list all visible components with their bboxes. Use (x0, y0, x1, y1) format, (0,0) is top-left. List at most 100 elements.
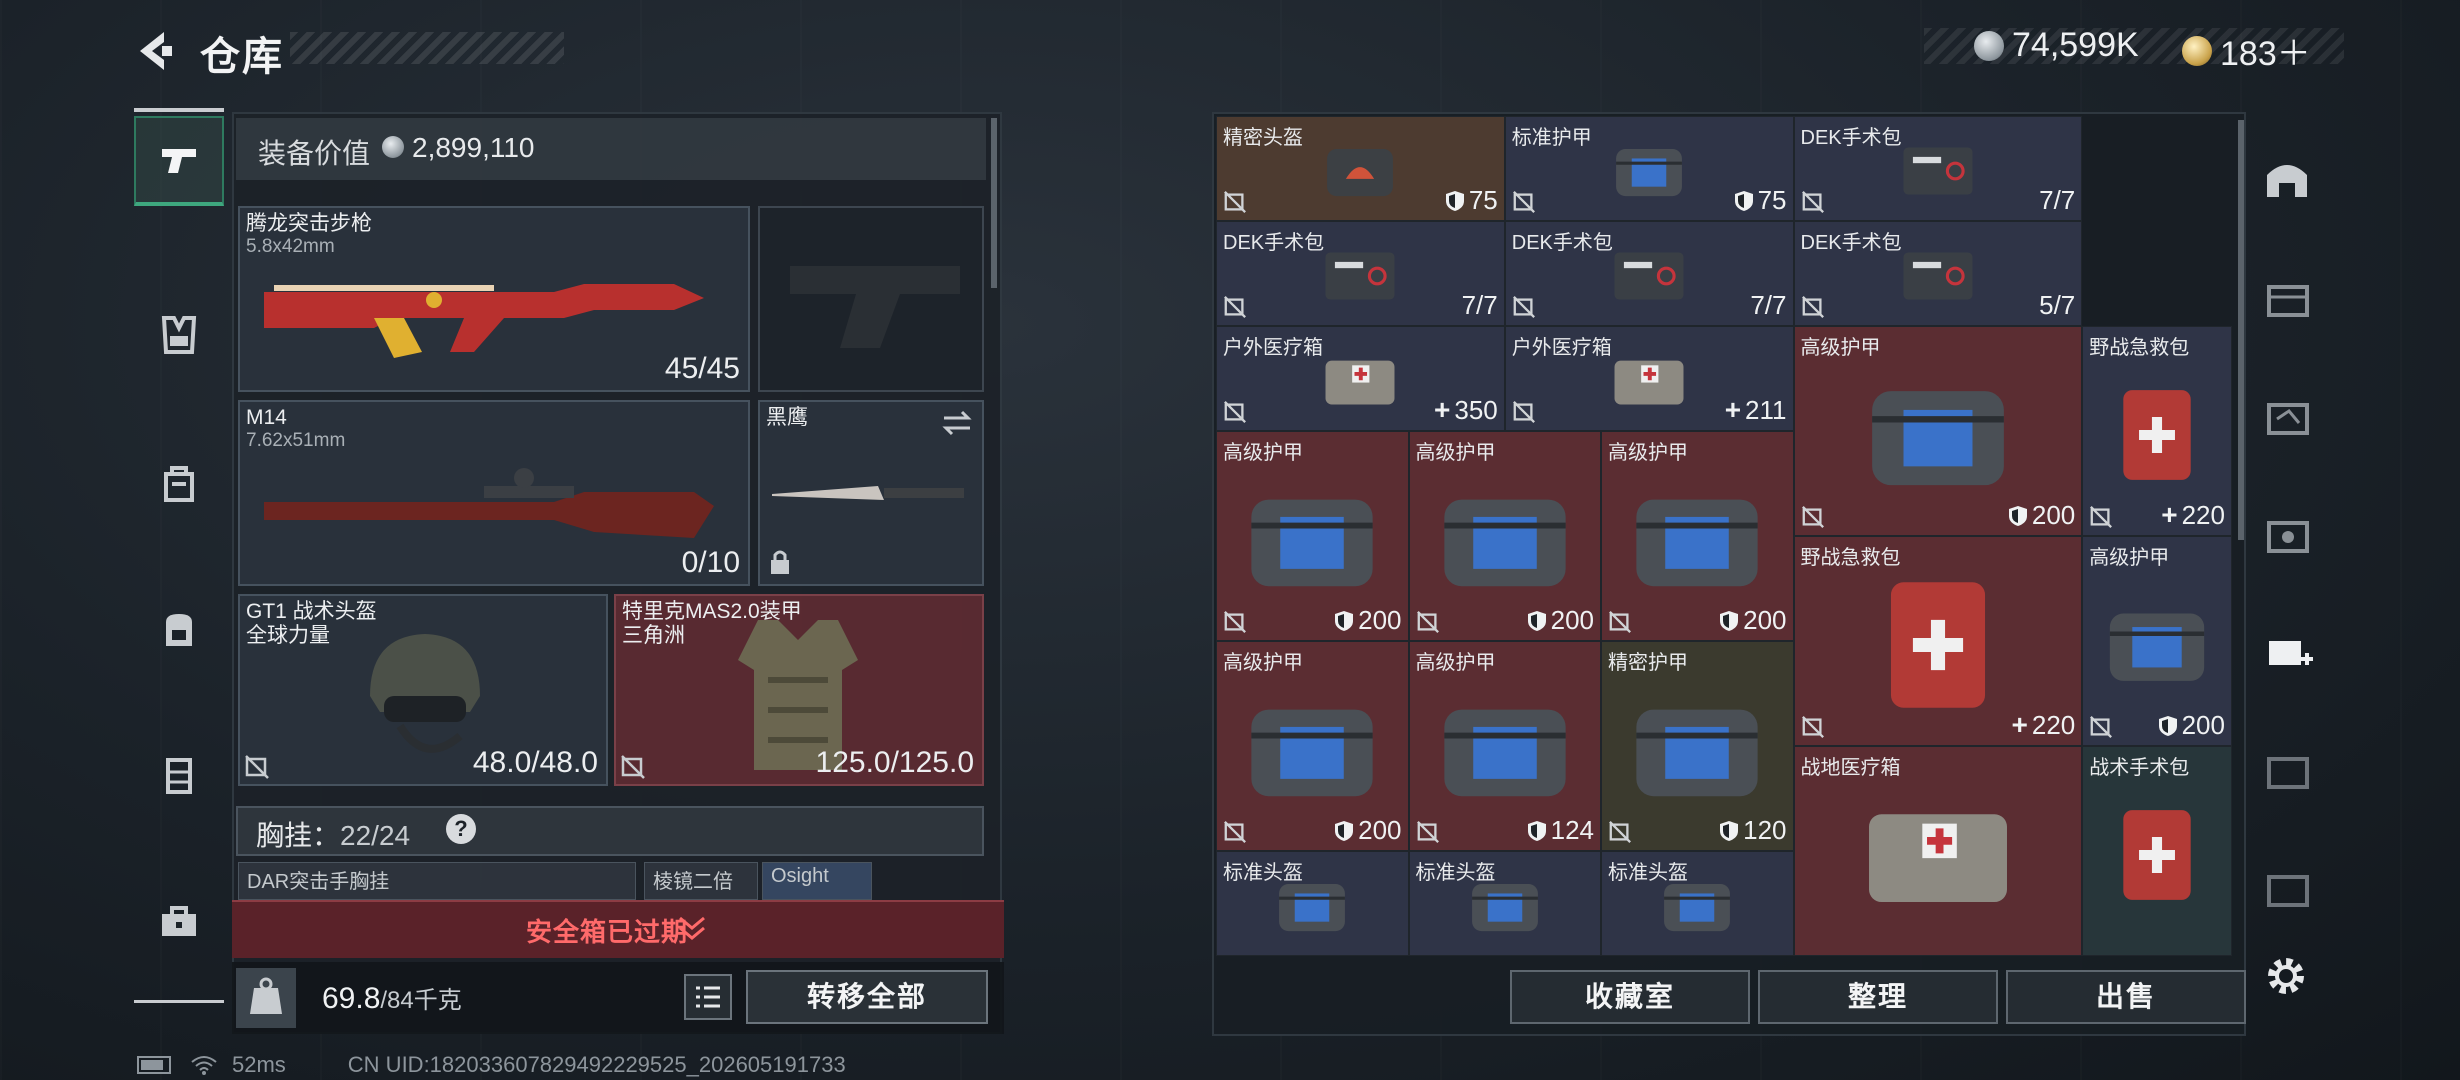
page-title: 仓库 (200, 35, 284, 79)
stash-item[interactable]: 高级护甲 200 (1216, 431, 1409, 641)
scope-item[interactable]: 棱镜二倍 (644, 862, 758, 900)
stash-item[interactable]: 精密护甲 120 (1601, 641, 1794, 851)
stash-tab-medical[interactable] (2254, 616, 2320, 686)
stash-item[interactable]: 战地医疗箱 (1793, 746, 2083, 956)
item-value-text: 200 (1743, 605, 1787, 635)
shield-icon (1734, 190, 1753, 211)
shield-icon (2008, 505, 2027, 526)
chest-rig-item[interactable]: DAR突击手胸挂 (238, 862, 636, 900)
item-value: 120 (1719, 815, 1787, 846)
nav-chest-rig[interactable] (134, 290, 224, 380)
stash-item[interactable]: 标准头盔 (1216, 851, 1409, 956)
item-value-text: 7/7 (1750, 290, 1787, 320)
stash-item[interactable]: 户外医疗箱 +350 (1216, 326, 1505, 431)
battery-icon (137, 1056, 171, 1074)
back-arrow-icon[interactable] (132, 28, 178, 74)
melee-slot[interactable]: 黑鹰 (758, 400, 984, 586)
stash-item[interactable]: 战术手术包 (2082, 746, 2232, 956)
stash-item[interactable]: DEK手术包 5/7 (1793, 221, 2083, 326)
sight-item[interactable]: Osight (762, 862, 872, 900)
scrollbar[interactable] (991, 118, 997, 288)
item-value: +220 (2161, 499, 2225, 531)
chest-rig-icon (161, 316, 197, 354)
pistol-icon (790, 266, 960, 348)
armor-slot[interactable]: 特里克MAS2.0装甲 三角洲 125.0/125.0 (614, 594, 984, 786)
stash-item[interactable]: 高级护甲 200 (1408, 431, 1601, 641)
item-name: 精密头盔 (1223, 127, 1303, 149)
chevron-down-icon[interactable] (676, 914, 708, 942)
item-name: DEK手术包 (1223, 232, 1325, 254)
list-view-button[interactable] (684, 974, 732, 1020)
stash-item[interactable]: 户外医疗箱 +211 (1504, 326, 1794, 431)
helmet-slot[interactable]: GT1 战术头盔 全球力量 48.0/48.0 (238, 594, 608, 786)
no-trade-icon (2090, 716, 2113, 738)
item-name: 高级护甲 (1415, 652, 1496, 674)
help-icon[interactable]: ? (446, 814, 476, 844)
stash-item[interactable]: 高级护甲 124 (1408, 641, 1601, 851)
crate-icon (2267, 521, 2309, 553)
sell-button[interactable]: 出售 (2006, 970, 2246, 1024)
nav-case[interactable] (134, 730, 224, 820)
stash-tab-4[interactable] (2254, 262, 2320, 332)
stash-tab-5[interactable] (2254, 498, 2320, 568)
stash-item[interactable]: 高级护甲 200 (1601, 431, 1794, 641)
shield-icon (2158, 715, 2177, 736)
nav-toolbox[interactable] (134, 876, 224, 966)
ping: 52ms (232, 1052, 286, 1077)
item-value: 200 (2008, 500, 2075, 531)
stash-item[interactable]: 高级护甲 200 (1216, 641, 1409, 851)
nav-backpack-small[interactable] (134, 438, 224, 528)
armor-bag-icon (1251, 499, 1373, 587)
stash-item[interactable]: 野战急救包 +220 (2082, 326, 2232, 536)
collection-room-button[interactable]: 收藏室 (1510, 970, 1750, 1024)
stash-item[interactable]: 高级护甲 200 (1793, 326, 2083, 536)
weapon-name: 腾龙突击步枪 (246, 212, 372, 235)
item-name: 野战急救包 (1800, 547, 1901, 569)
nav-weapons[interactable] (134, 116, 224, 206)
item-value-text: 200 (2181, 710, 2225, 740)
stash-tab-3[interactable] (2254, 380, 2320, 450)
stash-tab-main[interactable] (2254, 144, 2320, 214)
swap-icon[interactable] (940, 408, 974, 438)
stash-item[interactable]: 精密头盔 75 (1216, 116, 1505, 221)
armor-bag-icon (1636, 499, 1758, 587)
equipment-value-label: 装备价值 (258, 138, 371, 169)
item-value-text: 120 (1743, 815, 1787, 845)
primary-weapon-slot[interactable]: 腾龙突击步枪 5.8x42mm 45/45 (238, 206, 750, 392)
item-name: DEK手术包 (1800, 127, 1902, 149)
secondary-weapon-slot[interactable]: M14 7.62x51mm 0/10 (238, 400, 750, 586)
item-value-text: 7/7 (1461, 290, 1498, 320)
shield-icon (1335, 820, 1354, 841)
stash-item[interactable]: 标准护甲 75 (1504, 116, 1794, 221)
no-trade-icon (1224, 401, 1246, 423)
armor-bag-icon (1872, 391, 2004, 486)
gear-icon[interactable] (2262, 952, 2310, 1000)
sort-button[interactable]: 整理 (1758, 970, 1998, 1024)
stash-item[interactable]: DEK手术包 7/7 (1504, 221, 1794, 326)
nav-backpack[interactable] (134, 584, 224, 674)
stash-item[interactable]: 标准头盔 (1601, 851, 1794, 956)
stash-item[interactable]: 标准头盔 (1408, 851, 1601, 956)
transfer-all-button[interactable]: 转移全部 (746, 970, 988, 1024)
stash-item[interactable]: 高级护甲 200 (2082, 536, 2232, 746)
item-value-text: 7/7 (2039, 185, 2076, 215)
item-value: 200 (1334, 815, 1402, 846)
stash-tab-6[interactable] (2254, 734, 2320, 804)
stash-item[interactable]: DEK手术包 7/7 (1793, 116, 2083, 221)
pistol-icon (162, 149, 196, 173)
stash-scrollbar[interactable] (2238, 120, 2244, 540)
pistol-slot[interactable] (758, 206, 984, 392)
item-name: 战地医疗箱 (1800, 757, 1901, 779)
currency-gold[interactable]: 183＋ (2182, 26, 2311, 75)
armor-bag-icon (1444, 499, 1566, 587)
no-trade-icon (1224, 821, 1246, 843)
stash-tab-7[interactable] (2254, 852, 2320, 922)
item-name: 高级护甲 (2089, 547, 2170, 569)
armor-bag-icon (1251, 709, 1373, 797)
item-name: 精密护甲 (1608, 652, 1688, 674)
pouch-icon (164, 466, 194, 502)
stash-item[interactable]: DEK手术包 7/7 (1216, 221, 1505, 326)
stash-item[interactable]: 野战急救包 +220 (1793, 536, 2083, 746)
currency-silver[interactable]: 74,599K (1974, 26, 2139, 65)
melee-name: 黑鹰 (766, 406, 808, 429)
